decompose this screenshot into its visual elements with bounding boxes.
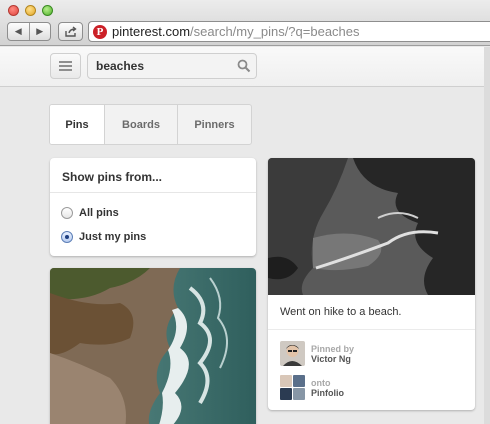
navigation-buttons: ◀ ▶ — [7, 22, 51, 41]
url-path: /search/my_pins/?q=beaches — [190, 24, 360, 39]
board-thumbnail-icon[interactable] — [280, 375, 305, 400]
menu-icon-bar — [59, 65, 72, 67]
pinner-name-link[interactable]: Victor Ng — [311, 354, 354, 364]
board-row[interactable]: onto Pinfolio — [280, 375, 344, 400]
pinned-by-label: Pinned by — [311, 343, 355, 354]
tab-pinners[interactable]: Pinners — [178, 105, 251, 144]
pinned-by-row[interactable]: Pinned by Victor Ng — [280, 341, 354, 366]
back-button[interactable]: ◀ — [8, 23, 30, 40]
beach-photo — [50, 268, 256, 424]
address-bar[interactable]: P pinterest.com /search/my_pins/?q=beach… — [88, 21, 490, 42]
scrollbar-track[interactable] — [484, 47, 490, 424]
all-pins-option[interactable]: All pins — [61, 207, 119, 219]
just-my-pins-label: Just my pins — [79, 231, 147, 243]
all-pins-label: All pins — [79, 207, 119, 219]
tab-boards[interactable]: Boards — [105, 105, 178, 144]
pin-caption: Went on hike to a beach. — [280, 306, 402, 318]
just-my-pins-option[interactable]: Just my pins — [61, 231, 146, 243]
pinterest-favicon-icon: P — [93, 24, 107, 39]
browser-toolbar: ◀ ▶ P pinterest.com /search/my_pins/?q=b… — [0, 0, 490, 46]
onto-label: onto — [311, 377, 331, 388]
minimize-window-button[interactable] — [25, 5, 36, 16]
search-tabs: Pins Boards Pinners — [49, 104, 252, 145]
site-header: beaches — [0, 47, 490, 87]
just-my-pins-radio[interactable] — [61, 231, 73, 243]
pin-card-beach-photo[interactable] — [50, 268, 256, 424]
menu-icon-bar — [59, 69, 72, 71]
share-icon — [64, 25, 77, 37]
close-window-button[interactable] — [8, 5, 19, 16]
share-button[interactable] — [58, 22, 83, 41]
forward-button[interactable]: ▶ — [30, 23, 51, 40]
hike-beach-photo — [268, 158, 475, 295]
url-domain: pinterest.com — [112, 24, 191, 39]
pin-source-filter: Show pins from... All pins Just my pins — [50, 158, 256, 256]
search-icon[interactable] — [232, 59, 256, 73]
all-pins-radio[interactable] — [61, 207, 73, 219]
divider — [268, 329, 475, 330]
menu-button[interactable] — [50, 53, 81, 79]
search-input[interactable]: beaches — [87, 53, 257, 79]
avatar[interactable] — [280, 341, 305, 366]
zoom-window-button[interactable] — [42, 5, 53, 16]
search-query: beaches — [96, 59, 145, 73]
board-name-link[interactable]: Pinfolio — [311, 388, 344, 398]
tab-pins[interactable]: Pins — [50, 105, 105, 144]
filter-title: Show pins from... — [50, 158, 256, 193]
menu-icon-bar — [59, 61, 72, 63]
pin-card-hike[interactable]: Went on hike to a beach. Pinned by Victo… — [268, 158, 475, 410]
